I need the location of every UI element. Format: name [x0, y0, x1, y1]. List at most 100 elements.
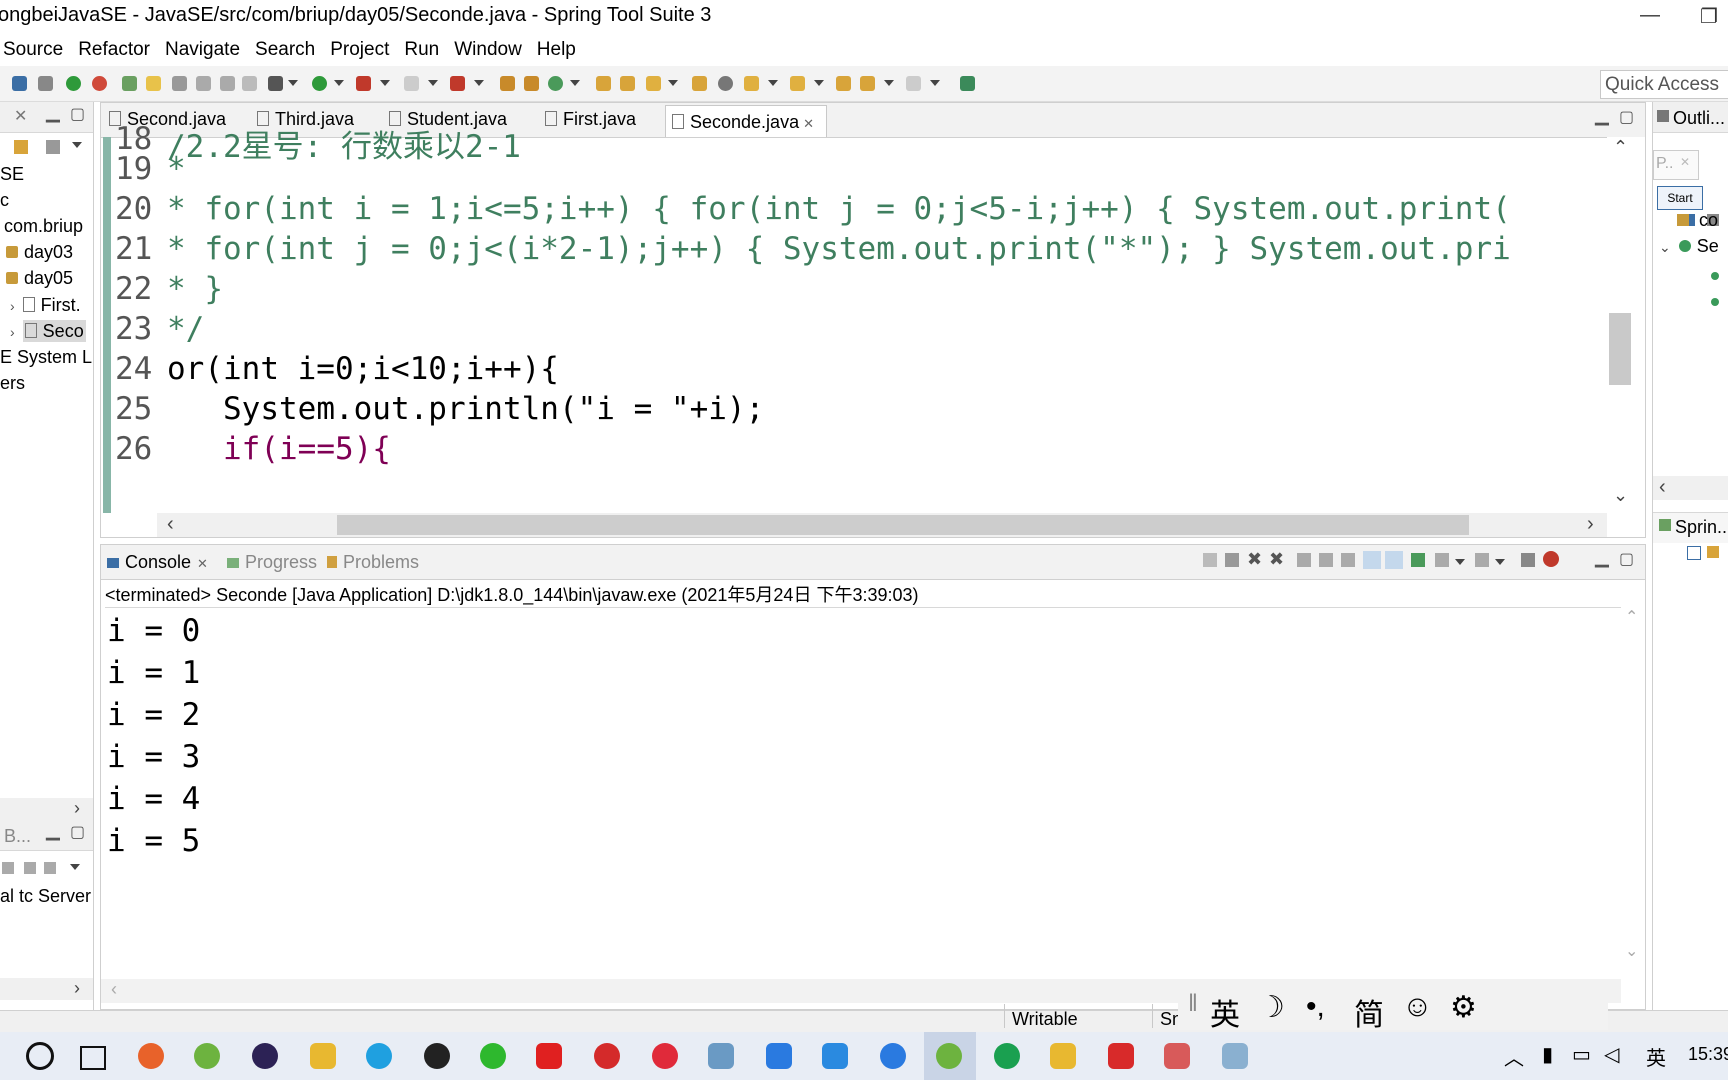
show-stderr-icon[interactable] — [1385, 551, 1403, 569]
code-line[interactable]: /2.2星号: 行数乘以2-1 — [167, 121, 521, 166]
youdao-icon[interactable] — [536, 1043, 562, 1069]
chevron-down-icon[interactable] — [380, 80, 390, 86]
tree-item-day03[interactable]: day03 — [6, 242, 73, 263]
firefox-icon[interactable] — [138, 1043, 164, 1069]
chevron-right-icon[interactable]: › — [74, 978, 80, 999]
block-icon[interactable] — [196, 76, 211, 91]
servers-hscrollbar[interactable]: › — [0, 978, 93, 1000]
chevron-down-icon[interactable] — [474, 80, 484, 86]
chevron-down-icon[interactable] — [570, 80, 580, 86]
chevron-down-icon[interactable] — [1495, 559, 1505, 565]
menu-search[interactable]: Search — [255, 39, 315, 61]
tree-item-c[interactable]: c — [0, 190, 9, 211]
ime-language-toggle[interactable]: 英 — [1210, 990, 1240, 1034]
server-start-icon[interactable] — [66, 76, 81, 91]
console-vscrollbar[interactable]: ⌃ ⌄ — [1621, 607, 1643, 969]
editor-vscroll-thumb[interactable] — [1609, 313, 1631, 385]
spring-explorer-title[interactable]: Sprin... — [1675, 517, 1728, 538]
menu-project[interactable]: Project — [330, 39, 389, 61]
menu-run[interactable]: Run — [404, 39, 439, 61]
new-java-icon[interactable] — [500, 76, 515, 91]
last-edit-icon[interactable] — [836, 76, 851, 91]
terminate-icon[interactable] — [1225, 553, 1239, 567]
chevron-right-icon[interactable]: › — [74, 798, 80, 819]
chevron-left-icon[interactable]: ‹ — [1659, 476, 1666, 499]
task-view-icon[interactable] — [80, 1046, 106, 1070]
chevron-down-icon[interactable] — [668, 80, 678, 86]
gear-icon[interactable]: ⚙ — [1450, 990, 1477, 1025]
outline-item-import[interactable]: co — [1677, 210, 1718, 231]
chevron-down-icon[interactable] — [70, 864, 80, 870]
display-console-icon[interactable] — [1435, 553, 1449, 567]
highlight-icon[interactable] — [146, 76, 161, 91]
chevron-down-icon[interactable] — [428, 80, 438, 86]
server-publish-icon[interactable] — [44, 862, 56, 874]
pin-icon[interactable] — [1411, 553, 1425, 567]
coverage-icon[interactable] — [356, 76, 371, 91]
close-tab-icon[interactable]: ✕ — [803, 116, 814, 131]
method-icon[interactable] — [1711, 298, 1719, 306]
close-icon[interactable]: ✕ — [14, 106, 27, 126]
tree-item-servers[interactable]: ers — [0, 373, 25, 394]
wechat-icon[interactable] — [480, 1043, 506, 1069]
code-line[interactable]: * for(int j = 0;j<(i*2-1);j++) { System.… — [167, 231, 1511, 267]
code-line[interactable]: */ — [167, 311, 204, 347]
chevron-down-icon[interactable] — [884, 80, 894, 86]
chevron-down-icon[interactable] — [1455, 559, 1465, 565]
maximize-view-icon[interactable]: ▢ — [1619, 549, 1634, 569]
globe-icon[interactable] — [994, 1043, 1020, 1069]
open-console-icon[interactable] — [1475, 553, 1489, 567]
chevron-right-icon[interactable]: › — [1587, 513, 1594, 536]
chevron-left-icon[interactable]: ‹ — [111, 979, 117, 1000]
code-line[interactable]: * } — [167, 271, 223, 307]
open-perspective-icon[interactable] — [960, 76, 975, 91]
link-editor-icon[interactable] — [14, 140, 28, 154]
editor-hscroll-thumb[interactable] — [337, 515, 1469, 535]
tree-item-first[interactable]: › First. — [10, 295, 81, 316]
tree-item-seconde[interactable]: › Seco — [10, 320, 86, 342]
minimize-view-icon[interactable]: ▁ — [1595, 547, 1609, 568]
new-class-icon[interactable] — [548, 76, 563, 91]
moon-icon[interactable]: ☽ — [1258, 990, 1285, 1025]
battery-icon[interactable]: ▭ — [1572, 1042, 1591, 1067]
search-icon[interactable] — [646, 76, 661, 91]
folder-icon[interactable] — [1050, 1043, 1076, 1069]
spring-tool-icon[interactable] — [194, 1043, 220, 1069]
notepad-icon[interactable] — [708, 1043, 734, 1069]
qq-icon[interactable] — [310, 1043, 336, 1069]
restore-icon[interactable]: ❐ — [1700, 4, 1718, 29]
chevron-down-icon[interactable] — [334, 80, 344, 86]
quick-access-input[interactable]: Quick Access — [1600, 70, 1728, 99]
new-package-icon[interactable] — [524, 76, 539, 91]
simplified-toggle[interactable]: 简 — [1354, 990, 1384, 1034]
maximize-view-icon[interactable]: ▢ — [1619, 107, 1634, 127]
remove-launch-icon[interactable]: ✖ — [1247, 549, 1262, 570]
debug-icon[interactable] — [268, 76, 283, 91]
remove-all-icon[interactable]: ✖ — [1269, 549, 1284, 570]
menu-refactor[interactable]: Refactor — [78, 39, 150, 61]
pilcrow-icon[interactable] — [242, 76, 257, 91]
menu-help[interactable]: Help — [537, 39, 576, 61]
chevron-down-icon[interactable] — [814, 80, 824, 86]
close-tab-icon[interactable]: ✕ — [197, 556, 208, 571]
focus-icon[interactable] — [46, 140, 60, 154]
server-icon[interactable] — [92, 76, 107, 91]
edit-icon[interactable] — [172, 76, 187, 91]
eclipse-icon[interactable] — [252, 1043, 278, 1069]
punctuation-toggle[interactable]: •, — [1306, 990, 1325, 1024]
image-viewer-icon[interactable] — [1222, 1043, 1248, 1069]
chevron-up-icon[interactable]: ⌃ — [1625, 607, 1638, 627]
chevron-down-icon[interactable]: ⌄ — [1625, 941, 1638, 961]
minimize-view-icon[interactable]: ▁ — [1595, 105, 1609, 126]
ime-handle-icon[interactable]: ‖ — [1188, 990, 1198, 1018]
method-icon[interactable] — [1711, 272, 1719, 280]
chevron-down-icon[interactable] — [768, 80, 778, 86]
server-item[interactable]: al tc Server — [0, 886, 91, 907]
maximize-view-icon[interactable]: ▢ — [70, 104, 85, 124]
feather-icon[interactable] — [880, 1043, 906, 1069]
pen-icon[interactable] — [1164, 1043, 1190, 1069]
external-tools-icon[interactable] — [450, 76, 465, 91]
format-icon[interactable] — [220, 76, 235, 91]
menu-navigate[interactable]: Navigate — [165, 39, 240, 61]
chevron-right-icon[interactable]: › — [10, 324, 15, 340]
